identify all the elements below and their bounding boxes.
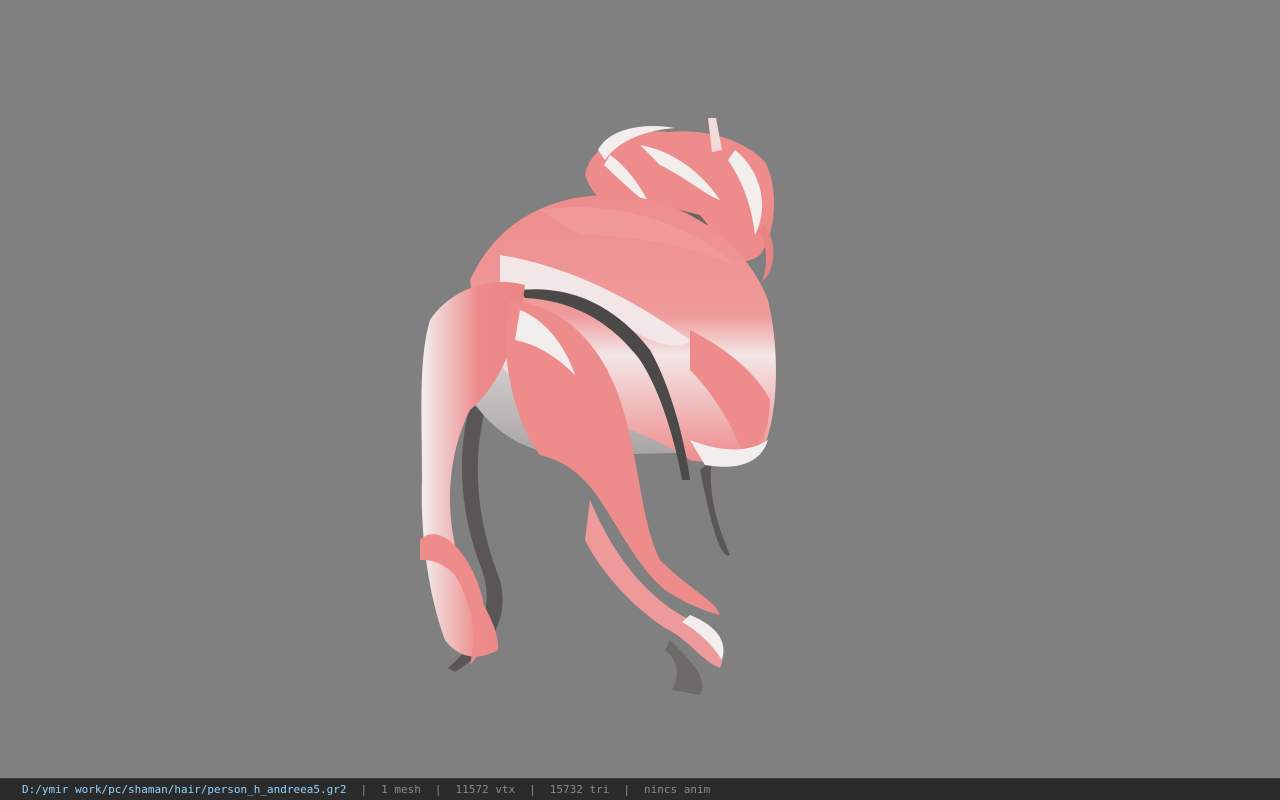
status-bar: D:/ymir work/pc/shaman/hair/person_h_and… [0, 778, 1280, 800]
vertex-count-label: 11572 vtx [455, 783, 516, 796]
middle-strand-lower [585, 500, 723, 668]
triangle-count-label: 15732 tri [549, 783, 610, 796]
separator: | [360, 783, 368, 796]
mesh-count-label: 1 mesh [381, 783, 421, 796]
3d-viewport[interactable] [0, 0, 1280, 778]
hair-mesh-model[interactable] [0, 0, 1280, 778]
separator: | [434, 783, 442, 796]
back-strand-shadow-right [700, 460, 730, 556]
animation-status-label: nincs anim [643, 783, 711, 796]
separator: | [623, 783, 630, 796]
separator: | [529, 783, 536, 796]
file-path-label: D:/ymir work/pc/shaman/hair/person_h_and… [22, 783, 347, 796]
